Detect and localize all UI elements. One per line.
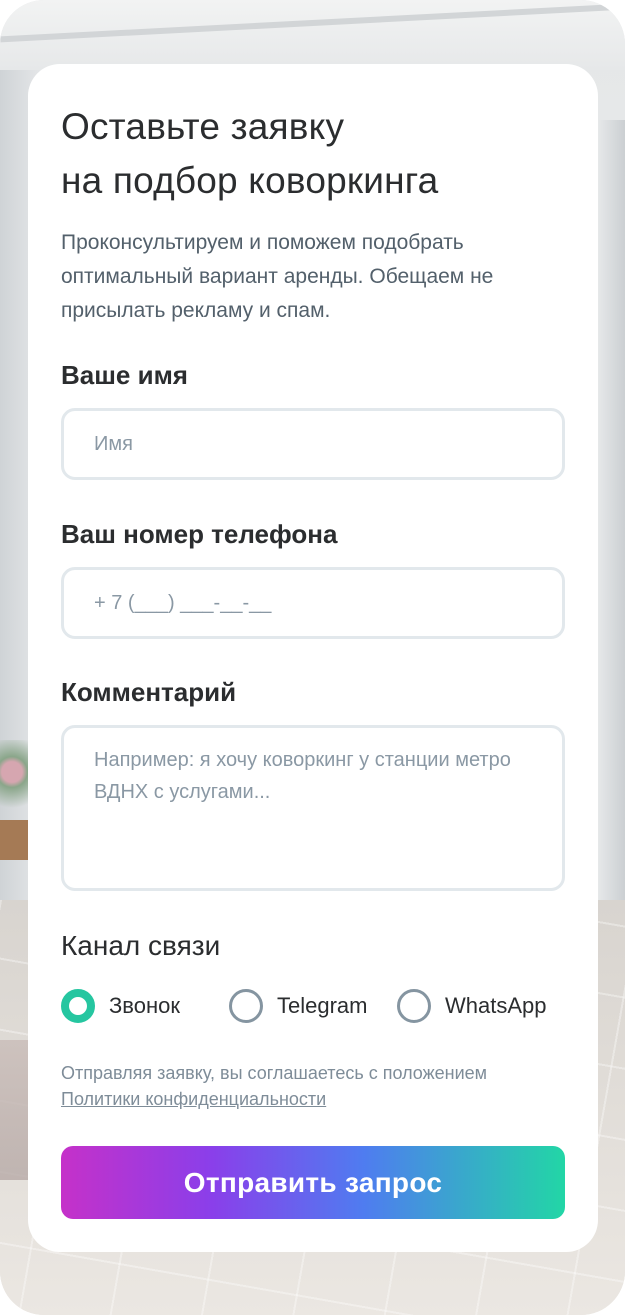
consent-notice: Отправляя заявку, вы соглашаетесь с поло… bbox=[61, 1060, 571, 1112]
form-title-line1: Оставьте заявку bbox=[61, 106, 345, 147]
phone-input[interactable] bbox=[61, 567, 565, 639]
background-photo: Оставьте заявку на подбор коворкинга Про… bbox=[0, 0, 625, 1315]
name-input[interactable] bbox=[61, 408, 565, 480]
radio-option-whatsapp[interactable]: WhatsApp bbox=[397, 986, 547, 1026]
comment-textarea[interactable] bbox=[61, 725, 565, 891]
form-title-line2: на подбор коворкинга bbox=[61, 160, 439, 201]
radio-label-whatsapp: WhatsApp bbox=[445, 993, 547, 1018]
name-field-label: Ваше имя bbox=[61, 360, 188, 390]
background-plant bbox=[0, 740, 30, 820]
radio-label-telegram: Telegram bbox=[277, 993, 368, 1018]
form-title: Оставьте заявку на подбор коворкинга bbox=[61, 100, 565, 208]
contact-channel-label: Канал связи bbox=[61, 930, 221, 961]
form-subtitle: Проконсультируем и поможем подобрать опт… bbox=[61, 231, 494, 322]
background-table bbox=[0, 820, 30, 860]
consent-text: Отправляя заявку, вы соглашаетесь с поло… bbox=[61, 1063, 488, 1083]
radio-unchecked-icon[interactable] bbox=[397, 989, 431, 1023]
radio-checked-icon[interactable] bbox=[61, 989, 95, 1023]
request-form-card: Оставьте заявку на подбор коворкинга Про… bbox=[28, 64, 598, 1252]
radio-label-call: Звонок bbox=[109, 993, 180, 1018]
comment-field-label: Комментарий bbox=[61, 677, 237, 707]
privacy-policy-link[interactable]: Политики конфиденциальности bbox=[61, 1086, 571, 1112]
submit-request-button[interactable]: Отправить запрос bbox=[61, 1146, 565, 1219]
background-right-wall bbox=[595, 120, 625, 970]
radio-option-telegram[interactable]: Telegram bbox=[229, 986, 367, 1026]
contact-channel-radio-group: Звонок Telegram WhatsApp bbox=[61, 986, 571, 1026]
radio-option-call[interactable]: Звонок bbox=[61, 986, 180, 1026]
phone-field-label: Ваш номер телефона bbox=[61, 519, 338, 549]
radio-unchecked-icon[interactable] bbox=[229, 989, 263, 1023]
